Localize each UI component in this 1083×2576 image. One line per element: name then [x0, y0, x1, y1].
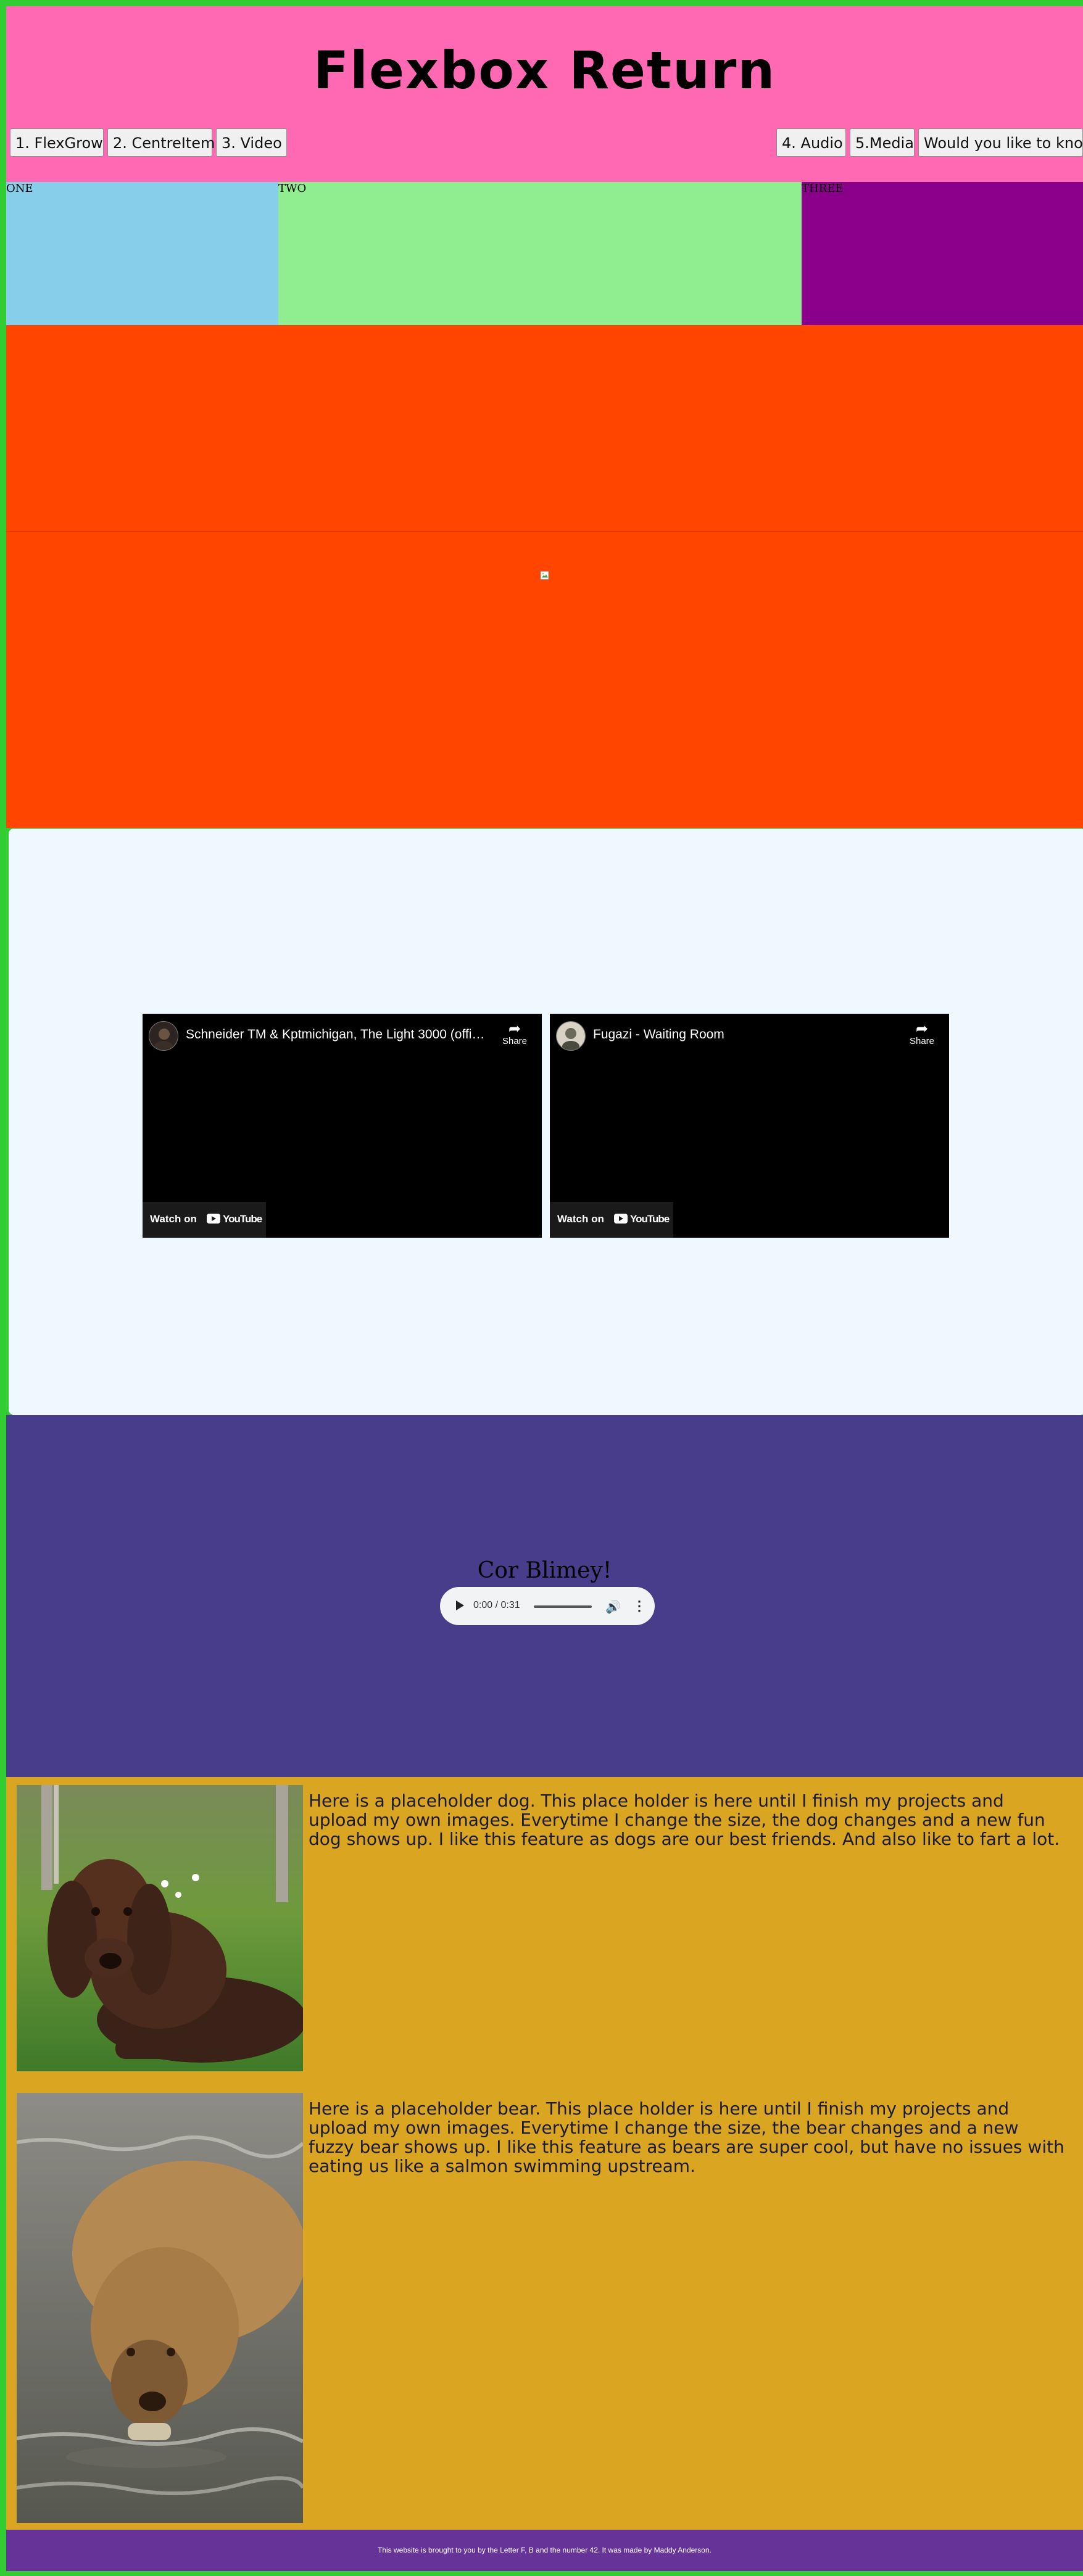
- channel-avatar[interactable]: [556, 1021, 586, 1051]
- nav-button-video[interactable]: 3. Video: [216, 128, 287, 157]
- nav-button-flexgrow[interactable]: 1. FlexGrow: [10, 128, 104, 157]
- audio-player[interactable]: 0:00 / 0:31 🔊 ⋮: [440, 1587, 655, 1625]
- channel-avatar[interactable]: [149, 1021, 178, 1051]
- dog-description: Here is a placeholder dog. This place ho…: [309, 1791, 1060, 1849]
- bear-image: [17, 2093, 303, 2523]
- watch-label: Watch on: [557, 1213, 604, 1225]
- bear-description: Here is a placeholder bear. This place h…: [309, 2098, 1064, 2176]
- flexgrow-box-one: ONE: [6, 182, 278, 325]
- watch-label: Watch on: [150, 1213, 197, 1225]
- page-frame: Flexbox Return 1. FlexGrow 2. CentreItem…: [6, 6, 1083, 2571]
- audio-title: Cor Blimey!: [477, 1558, 612, 1583]
- share-icon: ➦: [915, 1021, 929, 1037]
- dog-image: [17, 1785, 303, 2071]
- flexgrow-box-three: THREE: [802, 182, 1083, 325]
- youtube-play-icon: [614, 1214, 628, 1224]
- more-options-icon[interactable]: ⋮: [633, 1598, 646, 1614]
- audio-progress-slider[interactable]: [534, 1605, 592, 1608]
- watch-on-youtube-button[interactable]: Watch on YouTube: [143, 1202, 266, 1238]
- flexgrow-section: ONE TWO THREE: [6, 182, 1083, 325]
- flexgrow-box-label: THREE: [802, 182, 844, 195]
- broken-image-icon: [540, 571, 549, 580]
- share-label: Share: [909, 1036, 935, 1046]
- nav-button-media[interactable]: 5.Media: [850, 128, 915, 157]
- share-button[interactable]: ➦ Share: [499, 1021, 531, 1047]
- video-embed-1[interactable]: Schneider TM & Kptmichigan, The Light 30…: [143, 1014, 542, 1238]
- share-icon: ➦: [508, 1021, 521, 1037]
- flexgrow-box-label: TWO: [278, 182, 307, 195]
- nav-button-audio[interactable]: 4. Audio: [776, 128, 846, 157]
- youtube-play-icon: [207, 1214, 220, 1224]
- watch-on-youtube-button[interactable]: Watch on YouTube: [550, 1202, 673, 1238]
- flexgrow-box-two: TWO: [278, 182, 802, 325]
- youtube-brand: YouTube: [630, 1213, 670, 1225]
- volume-icon[interactable]: 🔊: [605, 1599, 621, 1615]
- youtube-brand: YouTube: [223, 1213, 262, 1225]
- video-embed-2[interactable]: Fugazi - Waiting Room ➦ Share Watch on Y…: [550, 1014, 949, 1238]
- share-button[interactable]: ➦ Share: [906, 1021, 938, 1047]
- nav-button-would-you-like-to-know[interactable]: Would you like to know: [918, 128, 1083, 157]
- centre-section-top: [6, 325, 1083, 532]
- play-icon[interactable]: [456, 1601, 464, 1610]
- video-title[interactable]: Fugazi - Waiting Room: [593, 1027, 895, 1042]
- nav-button-centreitem[interactable]: 2. CentreItem: [107, 128, 215, 157]
- audio-time: 0:00 / 0:31: [473, 1600, 520, 1610]
- video-title[interactable]: Schneider TM & Kptmichigan, The Light 30…: [186, 1027, 488, 1042]
- share-label: Share: [502, 1036, 528, 1046]
- site-header: Flexbox Return 1. FlexGrow 2. CentreItem…: [6, 6, 1083, 182]
- flexgrow-box-label: ONE: [6, 182, 33, 195]
- page-title: Flexbox Return: [313, 40, 776, 101]
- site-footer: This website is brought to you by the Le…: [6, 2530, 1083, 2571]
